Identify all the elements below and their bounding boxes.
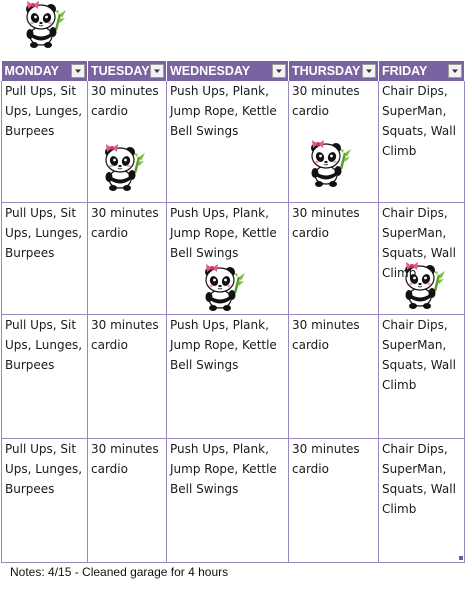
dropdown-arrow-icon[interactable] <box>150 64 164 78</box>
table-row: Pull Ups, Sit Ups, Lunges, Burpees 30 mi… <box>1 202 465 315</box>
table-cell[interactable]: Push Ups, Plank, Jump Rope, Kettle Bell … <box>166 202 289 315</box>
header-row: MONDAY TUESDAY WEDNESDAY THURSDAY FRIDAY <box>1 61 465 81</box>
column-header-label: MONDAY <box>4 64 59 79</box>
notes-text: Notes: 4/15 - Cleaned garage for 4 hours <box>10 565 229 579</box>
column-header-label: FRIDAY <box>382 64 428 79</box>
column-header-thursday[interactable]: THURSDAY <box>288 61 379 81</box>
column-header-label: THURSDAY <box>292 64 361 79</box>
table-cell[interactable]: Pull Ups, Sit Ups, Lunges, Burpees <box>1 81 88 203</box>
column-header-wednesday[interactable]: WEDNESDAY <box>166 61 289 81</box>
table-cell[interactable]: 30 minutes cardio <box>87 438 167 563</box>
table-row: Pull Ups, Sit Ups, Lunges, Burpees 30 mi… <box>1 314 465 439</box>
table-cell[interactable]: 30 minutes cardio <box>288 438 379 563</box>
table-cell[interactable]: 30 minutes cardio <box>87 314 167 439</box>
workout-schedule-table: MONDAY TUESDAY WEDNESDAY THURSDAY FRIDAY <box>1 61 465 563</box>
table-cell[interactable]: Chair Dips, SuperMan, Squats, Wall Climb <box>378 202 465 315</box>
table-row: Pull Ups, Sit Ups, Lunges, Burpees 30 mi… <box>1 81 465 203</box>
column-header-friday[interactable]: FRIDAY <box>378 61 465 81</box>
dropdown-arrow-icon[interactable] <box>362 64 376 78</box>
table-cell[interactable]: Push Ups, Plank, Jump Rope, Kettle Bell … <box>166 81 289 203</box>
table-cell[interactable]: Push Ups, Plank, Jump Rope, Kettle Bell … <box>166 438 289 563</box>
table-cell[interactable]: 30 minutes cardio <box>288 202 379 315</box>
table-cell[interactable]: Pull Ups, Sit Ups, Lunges, Burpees <box>1 202 88 315</box>
table-row: Pull Ups, Sit Ups, Lunges, Burpees 30 mi… <box>1 438 465 563</box>
table-cell[interactable]: Chair Dips, SuperMan, Squats, Wall Climb <box>378 81 465 203</box>
table-cell[interactable]: Chair Dips, SuperMan, Squats, Wall Climb <box>378 314 465 439</box>
table-cell[interactable]: 30 minutes cardio <box>87 81 167 203</box>
column-header-label: TUESDAY <box>91 64 150 79</box>
column-header-label: WEDNESDAY <box>170 64 251 79</box>
panda-icon <box>24 0 66 48</box>
dropdown-arrow-icon[interactable] <box>448 64 462 78</box>
dropdown-arrow-icon[interactable] <box>71 64 85 78</box>
table-cell[interactable]: Pull Ups, Sit Ups, Lunges, Burpees <box>1 314 88 439</box>
dropdown-arrow-icon[interactable] <box>272 64 286 78</box>
table-cell[interactable]: Chair Dips, SuperMan, Squats, Wall Climb <box>378 438 465 563</box>
table-cell[interactable]: Pull Ups, Sit Ups, Lunges, Burpees <box>1 438 88 563</box>
table-cell[interactable]: Push Ups, Plank, Jump Rope, Kettle Bell … <box>166 314 289 439</box>
table-cell[interactable]: 30 minutes cardio <box>87 202 167 315</box>
table-resize-handle[interactable] <box>459 556 463 560</box>
table-cell[interactable]: 30 minutes cardio <box>288 81 379 203</box>
column-header-monday[interactable]: MONDAY <box>1 61 88 81</box>
column-header-tuesday[interactable]: TUESDAY <box>87 61 167 81</box>
table-cell[interactable]: 30 minutes cardio <box>288 314 379 439</box>
